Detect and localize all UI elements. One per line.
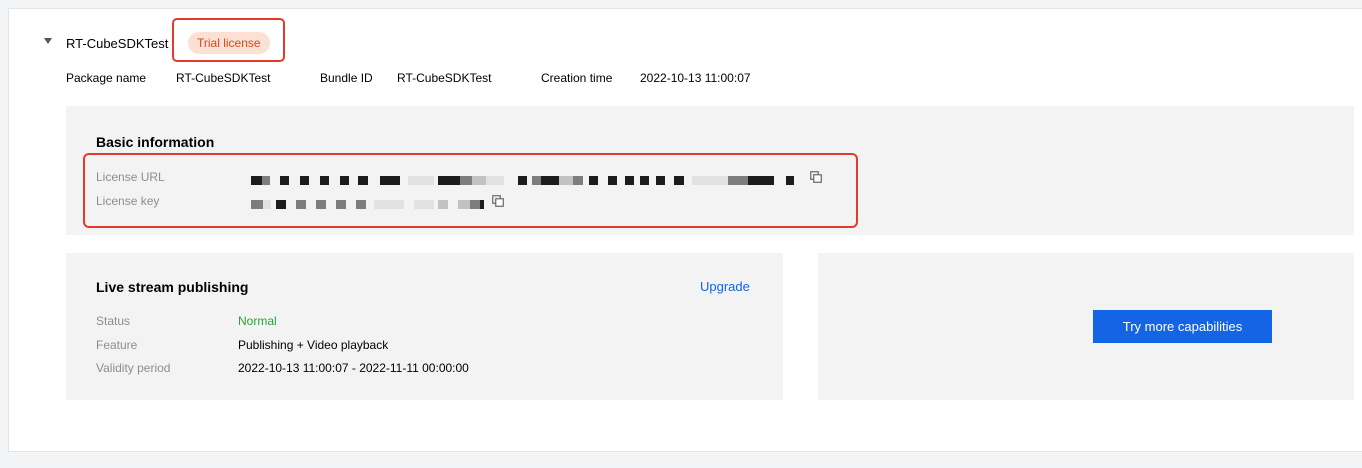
badge-highlight-box [172, 18, 285, 62]
try-more-panel [818, 253, 1354, 400]
basic-info-title: Basic information [96, 134, 215, 150]
creation-time-label: Creation time [541, 71, 613, 85]
validity-label: Validity period [96, 361, 171, 375]
publishing-panel [66, 253, 783, 400]
status-label: Status [96, 314, 131, 328]
feature-label: Feature [96, 338, 138, 352]
publishing-title: Live stream publishing [96, 279, 249, 295]
bundle-id-label: Bundle ID [320, 71, 373, 85]
collapse-caret-icon[interactable] [44, 38, 52, 44]
feature-value: Publishing + Video playback [238, 338, 389, 352]
status-value: Normal [238, 314, 277, 328]
app-name: RT-CubeSDKTest [66, 36, 169, 51]
package-name-value: RT-CubeSDKTest [176, 71, 271, 85]
validity-value: 2022-10-13 11:00:07 - 2022-11-11 00:00:0… [238, 361, 469, 375]
package-name-label: Package name [66, 71, 147, 85]
try-more-capabilities-button[interactable]: Try more capabilities [1093, 310, 1272, 343]
upgrade-link[interactable]: Upgrade [700, 279, 750, 294]
bundle-id-value: RT-CubeSDKTest [397, 71, 492, 85]
license-highlight-box [83, 153, 858, 228]
creation-time-value: 2022-10-13 11:00:07 [640, 71, 751, 85]
